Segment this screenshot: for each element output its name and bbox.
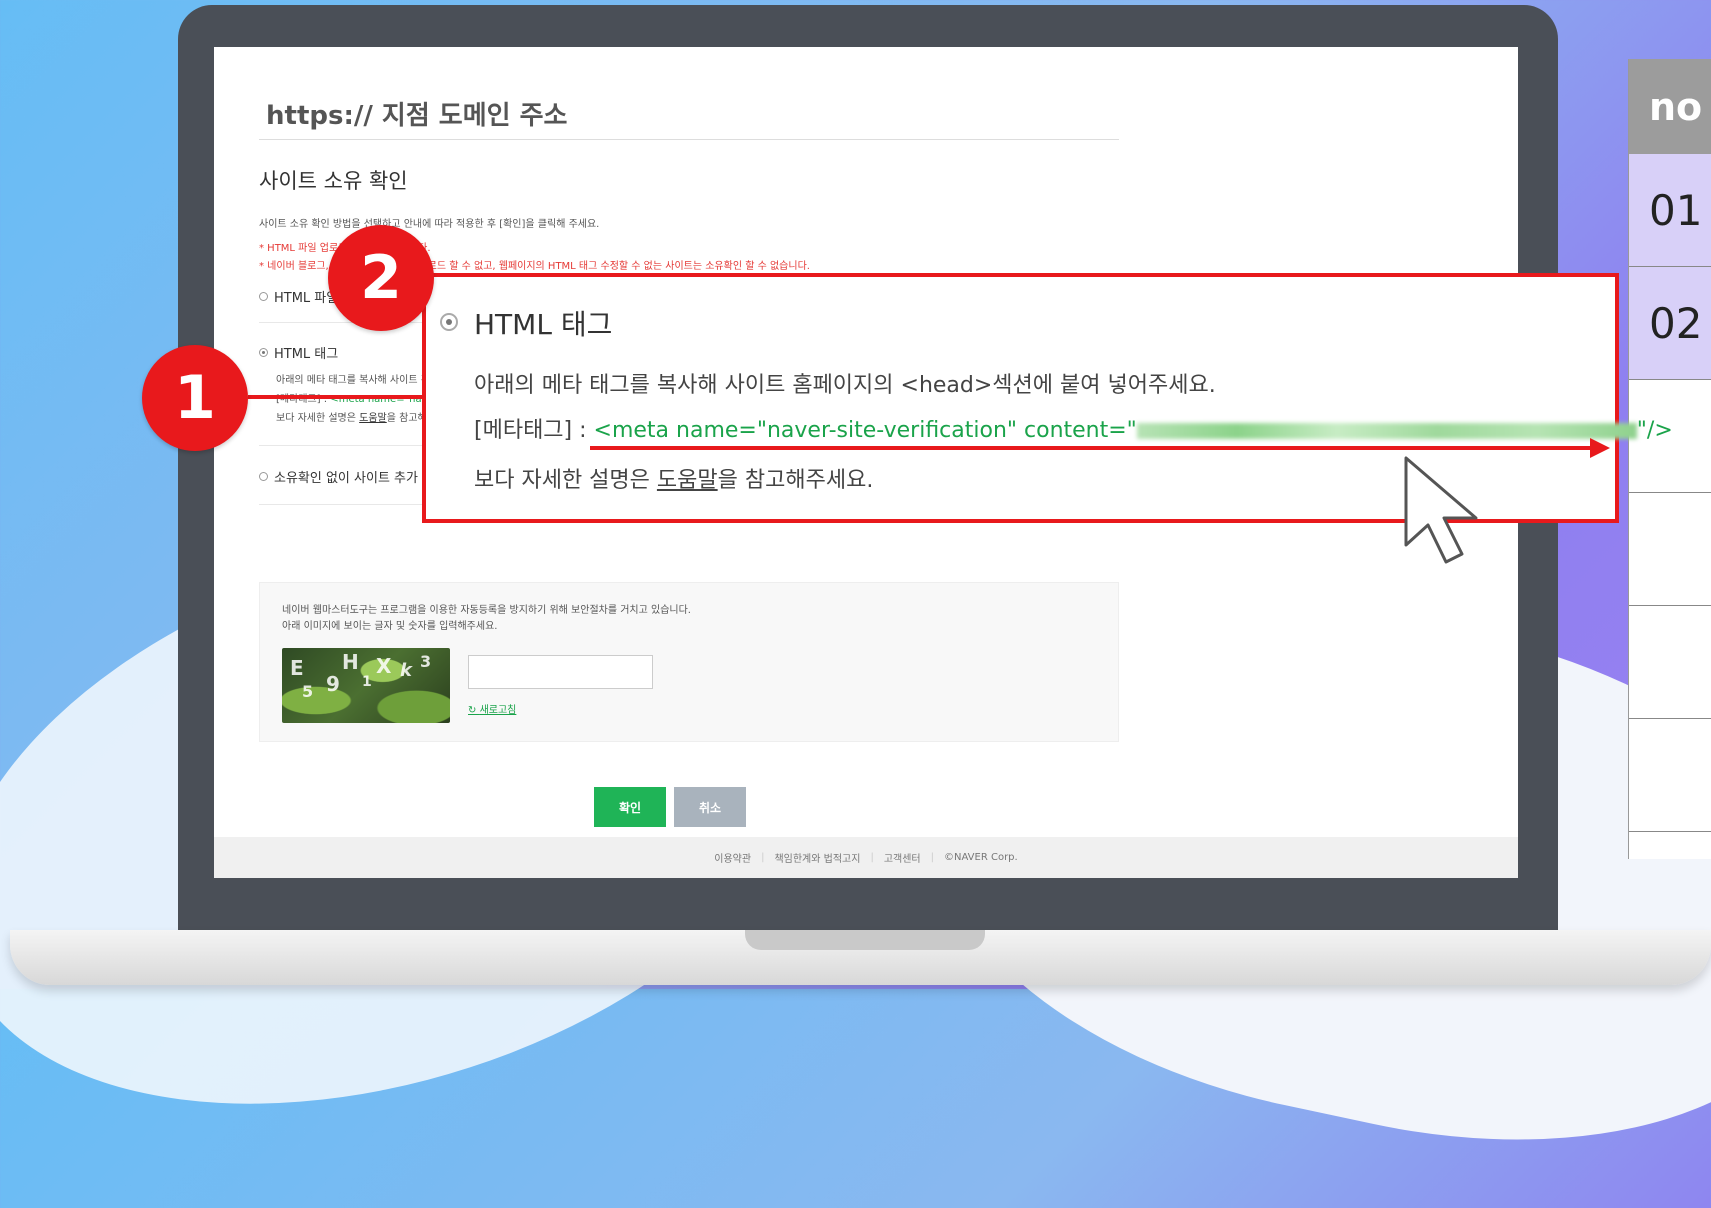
- laptop-notch: [745, 930, 985, 950]
- mouse-cursor-icon: [1404, 456, 1478, 564]
- captcha-char: 9: [326, 672, 340, 696]
- captcha-section: 네이버 웹마스터도구는 프로그램을 이용한 자동등록을 방지하기 위해 보안절차…: [259, 582, 1119, 742]
- footer-link-support[interactable]: 고객센터: [884, 850, 921, 865]
- radio-button[interactable]: [259, 472, 268, 481]
- side-table-cell: 01: [1629, 154, 1711, 267]
- captcha-input[interactable]: [468, 655, 653, 689]
- captcha-char: 3: [420, 652, 432, 671]
- captcha-instruction: 아래 이미지에 보이는 글자 및 숫자를 입력해주세요.: [282, 621, 498, 632]
- section-title: 사이트 소유 확인: [259, 169, 408, 193]
- captcha-char: k: [400, 660, 412, 681]
- option-label: 소유확인 없이 사이트 추가: [274, 471, 418, 486]
- captcha-char: X: [376, 654, 392, 678]
- help-link[interactable]: 도움말: [657, 468, 718, 493]
- option-html-tag[interactable]: HTML 태그: [259, 343, 338, 362]
- footer: 이용약관 | 책임한계와 법적고지 | 고객센터 | ©NAVER Corp.: [214, 837, 1518, 878]
- confirm-button[interactable]: 확인: [594, 787, 666, 827]
- radio-button-selected[interactable]: [259, 348, 268, 357]
- footer-link-terms[interactable]: 이용약관: [714, 850, 751, 865]
- meta-tag-close: "/>: [1636, 418, 1673, 443]
- side-table-cell: 02: [1629, 267, 1711, 380]
- side-table: no 01 02: [1628, 59, 1711, 859]
- footer-separator: |: [870, 852, 874, 863]
- captcha-instruction: 네이버 웹마스터도구는 프로그램을 이용한 자동등록을 방지하기 위해 보안절차…: [282, 605, 691, 616]
- help-suffix: 을 참고해주세요.: [717, 468, 874, 493]
- captcha-char: 1: [362, 674, 372, 690]
- callout-instruction: 아래의 메타 태그를 복사해 사이트 홈페이지의 <head>섹션에 붙여 넣어…: [474, 373, 1216, 398]
- callout-meta-line: [메타태그] : <meta name="naver-site-verifica…: [474, 412, 1673, 444]
- side-table-cell: [1629, 606, 1711, 719]
- callout-help-line: 보다 자세한 설명은 도움말을 참고해주세요.: [474, 462, 873, 494]
- footer-link-legal[interactable]: 책임한계와 법적고지: [774, 850, 860, 865]
- help-prefix: 보다 자세한 설명은: [474, 468, 657, 493]
- captcha-char: 5: [302, 682, 314, 701]
- step-badge-2: 2: [328, 225, 434, 331]
- meta-tag-prefix: [메타태그] :: [474, 418, 594, 443]
- step-badge-1: 1: [142, 345, 248, 451]
- help-prefix: 보다 자세한 설명은: [276, 413, 360, 424]
- refresh-link[interactable]: ↻ 새로고침: [468, 701, 516, 716]
- refresh-label: 새로고침: [479, 705, 517, 716]
- radio-button[interactable]: [259, 292, 268, 301]
- arrow-head-icon: [1590, 438, 1610, 458]
- option-label: HTML 태그: [274, 347, 339, 362]
- footer-copyright: ©NAVER Corp.: [944, 852, 1018, 863]
- page-title: https:// 지점 도메인 주소: [266, 101, 568, 131]
- side-table-cell: [1629, 493, 1711, 606]
- captcha-image: E 5 9 H 1 X k 3: [282, 648, 450, 723]
- side-table-cell: [1629, 719, 1711, 832]
- cancel-button[interactable]: 취소: [674, 787, 746, 827]
- meta-tag-code[interactable]: <meta name="naver-site-verification" con…: [594, 418, 1137, 443]
- instructions-text: 사이트 소유 확인 방법을 선택하고 안내에 따라 적용한 후 [확인]을 클릭…: [259, 219, 600, 230]
- option-no-verify[interactable]: 소유확인 없이 사이트 추가: [259, 467, 418, 486]
- footer-separator: |: [761, 852, 765, 863]
- help-link[interactable]: 도움말: [359, 413, 387, 424]
- side-table-header: no: [1629, 59, 1711, 154]
- callout-title: HTML 태그: [474, 308, 613, 341]
- footer-separator: |: [930, 852, 934, 863]
- callout-connector: [248, 395, 424, 399]
- divider: [259, 139, 1119, 140]
- radio-button-selected: [440, 313, 458, 331]
- captcha-char: E: [290, 656, 304, 680]
- captcha-char: H: [342, 650, 359, 674]
- blurred-verification-code: [1136, 423, 1637, 439]
